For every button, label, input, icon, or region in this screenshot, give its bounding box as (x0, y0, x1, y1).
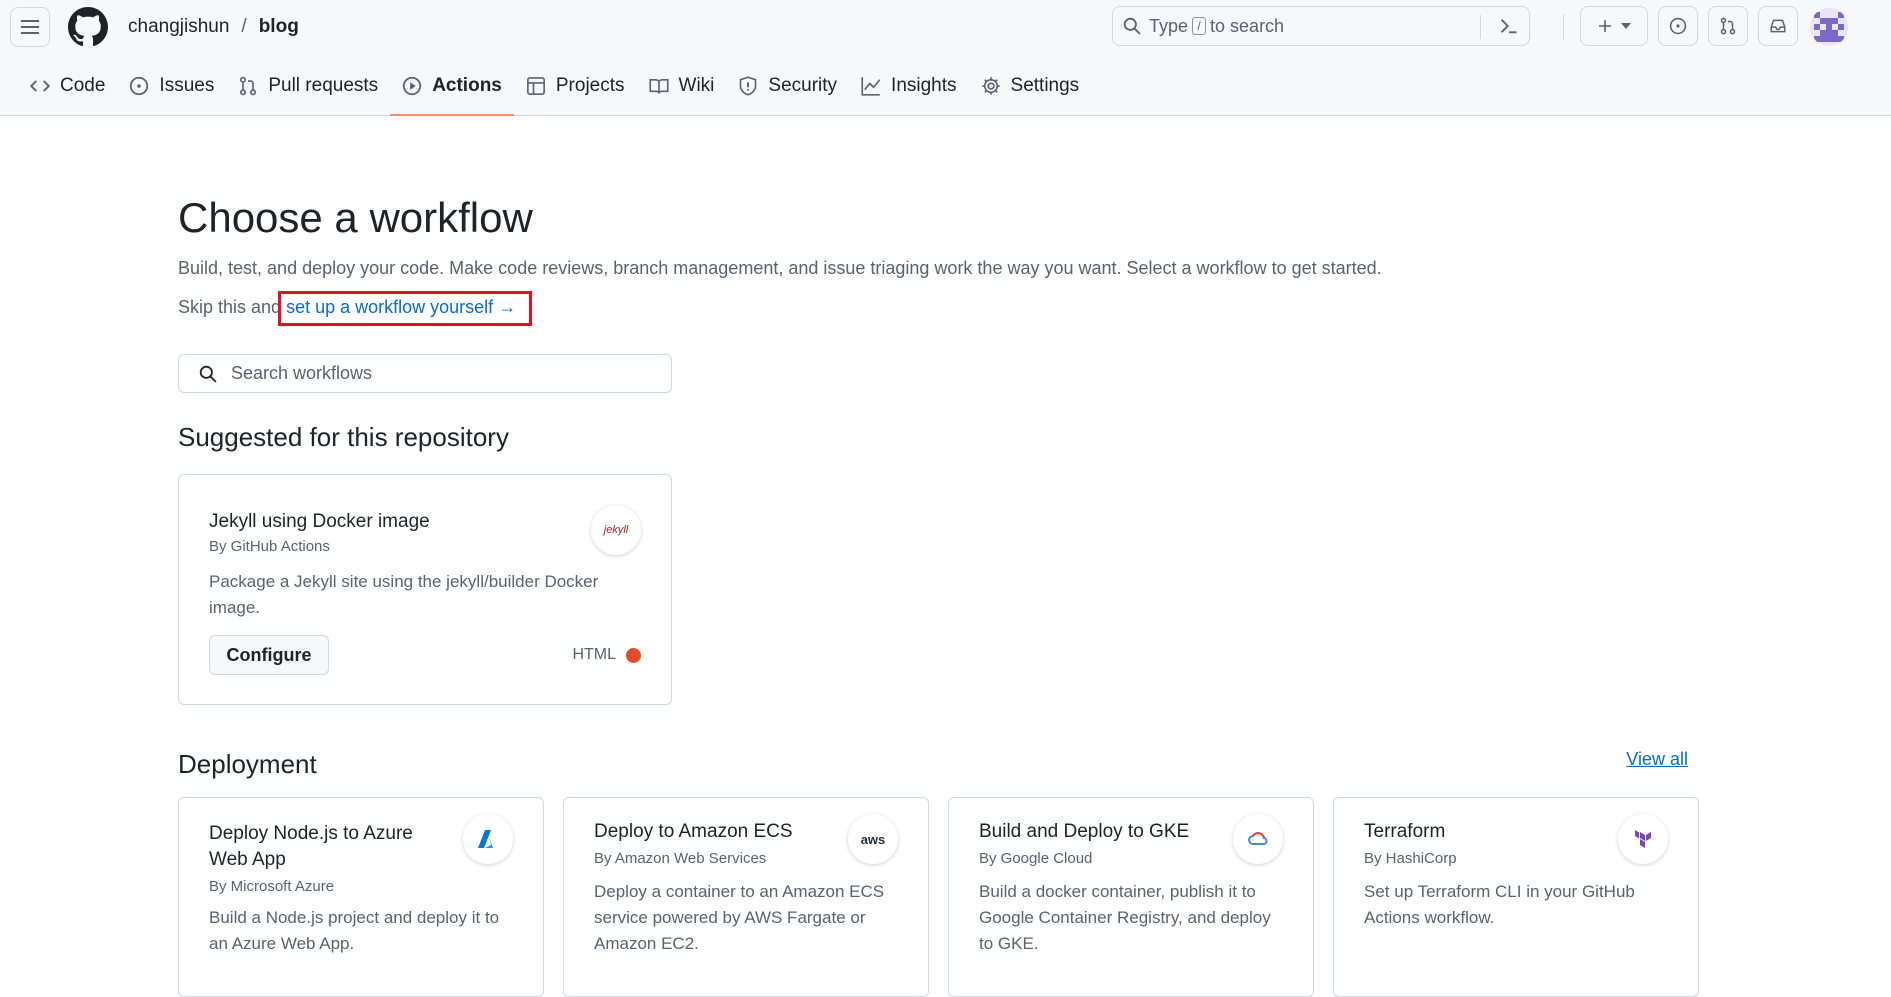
workflow-search-input[interactable]: Search workflows (178, 354, 672, 393)
breadcrumb: changjishun / blog (128, 16, 299, 38)
shield-icon (740, 76, 757, 96)
card-title: Jekyll using Docker image (209, 511, 430, 532)
card-description: Set up Terraform CLI in your GitHub Acti… (1364, 882, 1635, 927)
git-pull-request-icon (240, 76, 257, 96)
google-cloud-icon (1233, 814, 1283, 864)
plus-icon (1599, 20, 1611, 32)
tab-insights[interactable]: Insights (849, 66, 968, 106)
menu-button[interactable] (10, 7, 50, 47)
play-icon (403, 76, 422, 96)
breadcrumb-repo[interactable]: blog (259, 16, 299, 38)
github-logo-icon[interactable] (68, 6, 110, 48)
language-label: HTML (572, 646, 616, 663)
code-icon (30, 80, 50, 92)
workflow-card-terraform: Terraform By HashiCorp Set up Terraform … (1333, 797, 1699, 997)
global-search[interactable]: Type / to search (1112, 6, 1530, 46)
identicon-icon (1814, 12, 1844, 42)
tab-label: Actions (432, 75, 502, 96)
inbox-icon (1770, 19, 1786, 33)
card-author: By HashiCorp (1364, 850, 1457, 867)
card-author: By Amazon Web Services (594, 850, 767, 867)
tab-label: Code (60, 75, 106, 96)
search-icon (1123, 17, 1141, 35)
view-all-link[interactable]: View all (1626, 749, 1688, 770)
configure-button[interactable]: Configure (209, 635, 329, 675)
highlight-box (278, 291, 532, 326)
workflow-card-jekyll: Jekyll using Docker image By GitHub Acti… (178, 474, 672, 705)
card-author: By Microsoft Azure (209, 878, 335, 895)
avatar[interactable] (1810, 8, 1848, 46)
tab-label: Insights (891, 75, 957, 96)
workflow-card-gke: Build and Deploy to GKE By Google Cloud … (948, 797, 1314, 997)
gear-icon (981, 77, 1000, 95)
tab-settings[interactable]: Settings (969, 66, 1092, 106)
language-color-dot (626, 647, 641, 663)
tab-security[interactable]: Security (726, 66, 849, 106)
tab-pull-requests[interactable]: Pull requests (226, 66, 390, 106)
card-author: By GitHub Actions (209, 538, 330, 555)
create-new-button[interactable] (1580, 6, 1648, 46)
skip-prefix: Skip this and (178, 297, 282, 317)
card-title: Deploy Node.js to Azure Web App (209, 823, 413, 870)
breadcrumb-owner[interactable]: changjishun (128, 16, 229, 38)
tab-issues[interactable]: Issues (117, 66, 226, 106)
card-description: Deploy a container to an Amazon ECS serv… (594, 882, 885, 953)
suggested-heading: Suggested for this repository (178, 422, 509, 452)
issue-opened-icon (130, 76, 149, 96)
card-description: Build a docker container, publish it to … (979, 882, 1271, 953)
page-title: Choose a workflow (178, 194, 533, 241)
issue-opened-icon (1669, 17, 1687, 35)
azure-icon (463, 814, 513, 864)
card-description: Build a Node.js project and deploy it to… (209, 908, 500, 953)
command-palette-icon[interactable] (1499, 16, 1519, 36)
card-title: Build and Deploy to GKE (979, 821, 1190, 842)
aws-icon: aws (848, 814, 898, 864)
hamburger-icon (21, 20, 39, 34)
search-icon (199, 365, 217, 383)
search-prefix: Type (1149, 15, 1189, 36)
tab-label: Pull requests (268, 75, 379, 96)
workflow-search-placeholder: Search workflows (231, 363, 373, 383)
jekyll-logo-icon: jekyll (591, 505, 641, 555)
triangle-down-icon (1621, 23, 1631, 29)
search-suffix: to search (1210, 15, 1285, 36)
git-pull-request-icon (1720, 17, 1736, 35)
inbox-button[interactable] (1758, 6, 1798, 46)
language-indicator: HTML (572, 646, 641, 664)
tab-label: Issues (159, 75, 215, 96)
tab-label: Wiki (678, 75, 715, 96)
graph-icon (861, 77, 881, 96)
tab-label: Security (768, 75, 838, 96)
card-author: By Google Cloud (979, 850, 1093, 867)
tab-projects[interactable]: Projects (514, 66, 637, 106)
app-header: changjishun / blog Type / to search Code (0, 0, 1891, 116)
card-description: Package a Jekyll site using the jekyll/b… (209, 572, 599, 617)
deployment-heading: Deployment (178, 749, 317, 779)
table-icon (526, 77, 545, 95)
card-title: Deploy to Amazon ECS (594, 821, 793, 842)
tab-code[interactable]: Code (18, 66, 117, 106)
breadcrumb-separator: / (241, 16, 247, 37)
book-icon (648, 78, 669, 94)
issues-button[interactable] (1658, 6, 1698, 46)
tab-actions[interactable]: Actions (390, 66, 514, 116)
search-divider (1480, 15, 1481, 39)
tab-wiki[interactable]: Wiki (637, 66, 727, 106)
card-title: Terraform (1364, 821, 1446, 842)
page-description: Build, test, and deploy your code. Make … (178, 258, 1382, 278)
workflow-card-ecs: Deploy to Amazon ECS By Amazon Web Servi… (563, 797, 929, 997)
slash-key-hint: / (1192, 17, 1207, 35)
tab-label: Projects (555, 75, 625, 96)
tab-label: Settings (1010, 75, 1080, 96)
terraform-icon (1618, 814, 1668, 864)
workflow-card-azure: Deploy Node.js to Azure Web App By Micro… (178, 797, 544, 997)
repo-nav: Code Issues Pull requests Actions Projec… (18, 66, 1091, 116)
header-divider (1563, 14, 1564, 40)
pull-requests-button[interactable] (1708, 6, 1748, 46)
